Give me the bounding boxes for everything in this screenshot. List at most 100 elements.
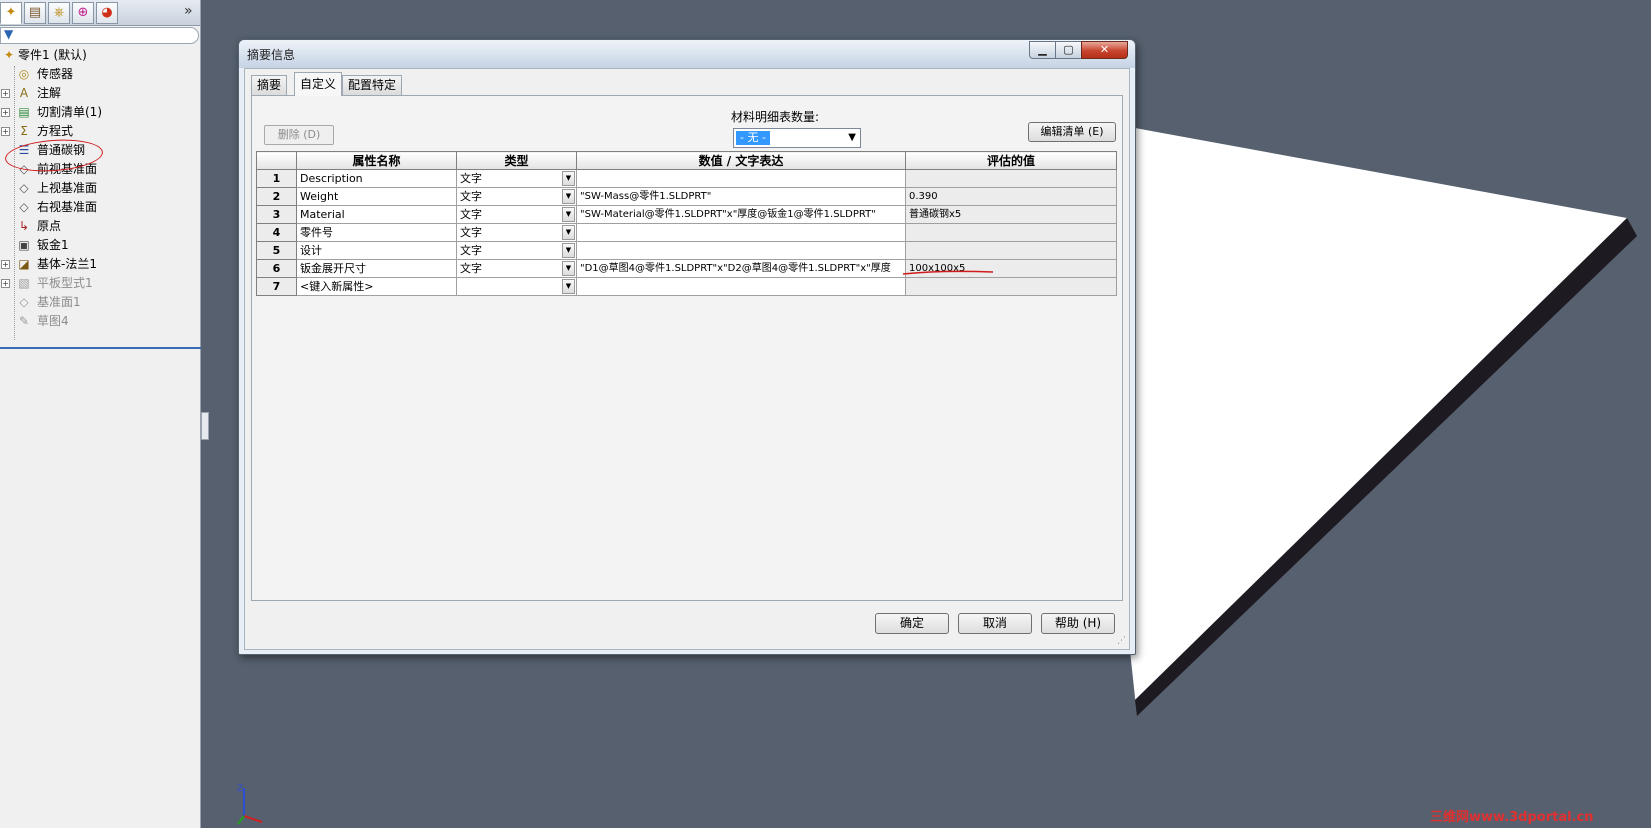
configuration-manager-icon[interactable]: ⎈: [48, 2, 70, 24]
tab-custom[interactable]: 自定义: [294, 72, 343, 96]
dialog-titlebar[interactable]: 摘要信息 ▁ ▢ ✕: [239, 40, 1135, 68]
maximize-button[interactable]: ▢: [1055, 41, 1082, 59]
maximize-icon: ▢: [1063, 43, 1074, 56]
resize-grip-icon[interactable]: ⋰: [1117, 636, 1126, 646]
tree-item[interactable]: + ◪ 基体-法兰1: [0, 255, 200, 274]
panel-splitter-handle[interactable]: [201, 412, 209, 440]
value-expression-cell[interactable]: "SW-Material@零件1.SLDPRT"x"厚度@钣金1@零件1.SLD…: [576, 205, 906, 224]
property-name-cell[interactable]: 钣金展开尺寸: [296, 259, 457, 278]
column-header-evaluated-value[interactable]: 评估的值: [905, 151, 1117, 170]
type-cell[interactable]: 文字 ▼: [456, 259, 577, 278]
column-header-value-expression[interactable]: 数值 / 文字表达: [576, 151, 906, 170]
chevron-down-icon[interactable]: ▼: [562, 225, 575, 240]
row-number[interactable]: 3: [256, 205, 297, 224]
panel-expand-icon[interactable]: »: [184, 3, 193, 19]
dimxpert-icon[interactable]: ⊕: [72, 2, 94, 24]
row-number[interactable]: 7: [256, 277, 297, 296]
row-number[interactable]: 6: [256, 259, 297, 278]
tab-summary-label: 摘要: [257, 78, 282, 92]
tab-config-specific[interactable]: 配置特定: [342, 75, 403, 95]
value-expression-cell[interactable]: [576, 169, 906, 188]
expand-toggle-icon[interactable]: +: [1, 260, 10, 269]
tree-item[interactable]: + A 注解: [0, 84, 200, 103]
tree-item[interactable]: ↳ 原点: [0, 217, 200, 236]
type-value: 文字: [460, 243, 482, 257]
property-manager-icon[interactable]: ▤: [24, 2, 46, 24]
table-row: 5 设计 文字 ▼: [256, 241, 1117, 260]
row-number[interactable]: 1: [256, 169, 297, 188]
tree-item[interactable]: ◇ 上视基准面: [0, 179, 200, 198]
type-cell[interactable]: ▼: [456, 277, 577, 296]
feature-manager-icon[interactable]: ✦: [0, 2, 22, 24]
type-cell[interactable]: 文字 ▼: [456, 205, 577, 224]
expand-toggle-icon[interactable]: +: [1, 108, 10, 117]
bom-quantity-select[interactable]: - 无 - ▼: [733, 128, 861, 148]
ok-button[interactable]: 确定: [875, 613, 949, 634]
evaluated-value-cell: [905, 223, 1117, 242]
plate-top-face: [1129, 128, 1627, 700]
equation-icon: Σ: [20, 124, 28, 138]
type-value: 文字: [460, 171, 482, 185]
value-expression-cell[interactable]: [576, 241, 906, 260]
type-cell[interactable]: 文字 ▼: [456, 241, 577, 260]
type-cell[interactable]: 文字 ▼: [456, 169, 577, 188]
tree-item[interactable]: ▣ 钣金1: [0, 236, 200, 255]
evaluated-value-cell: [905, 277, 1117, 296]
tree-item-label: 方程式: [37, 124, 74, 138]
tree-item[interactable]: ◎ 传感器: [0, 65, 200, 84]
watermark-text: 三维网www.3dportal.cn: [1430, 810, 1594, 825]
tree-item[interactable]: ✎ 草图4: [0, 312, 200, 331]
property-name-cell[interactable]: 设计: [296, 241, 457, 260]
evaluated-value-cell: 0.390: [905, 187, 1117, 206]
help-button[interactable]: 帮助 (H): [1041, 613, 1115, 634]
property-name-cell[interactable]: 零件号: [296, 223, 457, 242]
edit-list-button[interactable]: 编辑清单 (E): [1028, 122, 1116, 142]
tree-filter-bar[interactable]: ▼: [0, 27, 199, 44]
panel-tab-bar: ✦ ▤ ⎈ ⊕ ◕ »: [0, 0, 200, 26]
tree-item[interactable]: + Σ 方程式: [0, 122, 200, 141]
tree-item[interactable]: ◇ 基准面1: [0, 293, 200, 312]
tree-item[interactable]: + ▧ 平板型式1: [0, 274, 200, 293]
expand-toggle-icon[interactable]: +: [1, 127, 10, 136]
minimize-button[interactable]: ▁: [1029, 41, 1056, 59]
expand-toggle-icon[interactable]: +: [1, 279, 10, 288]
chevron-down-icon[interactable]: ▼: [562, 207, 575, 222]
dialog-title: 摘要信息: [247, 48, 296, 62]
property-name-cell[interactable]: Weight: [296, 187, 457, 206]
cutlist-icon: ▤: [18, 105, 30, 119]
tree-item[interactable]: + ▤ 切割清单(1): [0, 103, 200, 122]
tree-root-part[interactable]: ✦ 零件1 (默认): [0, 46, 200, 65]
close-button[interactable]: ✕: [1081, 41, 1128, 59]
chevron-down-icon[interactable]: ▼: [562, 171, 575, 186]
type-value: 文字: [460, 225, 482, 239]
evaluated-value-cell: [905, 241, 1117, 260]
value-expression-cell[interactable]: [576, 223, 906, 242]
tab-summary[interactable]: 摘要: [251, 75, 288, 95]
property-name-cell[interactable]: <键入新属性>: [296, 277, 457, 296]
tree-item[interactable]: ◇ 右视基准面: [0, 198, 200, 217]
property-name-cell[interactable]: Material: [296, 205, 457, 224]
column-header-corner[interactable]: [256, 151, 297, 170]
tree-item-label: 基体-法兰1: [37, 257, 97, 271]
value-expression-cell[interactable]: "D1@草图4@零件1.SLDPRT"x"D2@草图4@零件1.SLDPRT"x…: [576, 259, 906, 278]
type-cell[interactable]: 文字 ▼: [456, 223, 577, 242]
chevron-down-icon[interactable]: ▼: [562, 279, 575, 294]
chevron-down-icon[interactable]: ▼: [562, 243, 575, 258]
cancel-button[interactable]: 取消: [958, 613, 1032, 634]
tree-item-label: 切割清单(1): [37, 105, 102, 119]
row-number[interactable]: 2: [256, 187, 297, 206]
column-header-type[interactable]: 类型: [456, 151, 577, 170]
row-number[interactable]: 4: [256, 223, 297, 242]
type-cell[interactable]: 文字 ▼: [456, 187, 577, 206]
chevron-down-icon[interactable]: ▼: [562, 261, 575, 276]
column-header-property-name[interactable]: 属性名称: [296, 151, 457, 170]
property-name-cell[interactable]: Description: [296, 169, 457, 188]
delete-button[interactable]: 删除 (D): [264, 125, 334, 145]
red-annotation-underline: [902, 270, 994, 275]
value-expression-cell[interactable]: "SW-Mass@零件1.SLDPRT": [576, 187, 906, 206]
expand-toggle-icon[interactable]: +: [1, 89, 10, 98]
chevron-down-icon[interactable]: ▼: [562, 189, 575, 204]
display-manager-icon[interactable]: ◕: [96, 2, 118, 24]
value-expression-cell[interactable]: [576, 277, 906, 296]
row-number[interactable]: 5: [256, 241, 297, 260]
